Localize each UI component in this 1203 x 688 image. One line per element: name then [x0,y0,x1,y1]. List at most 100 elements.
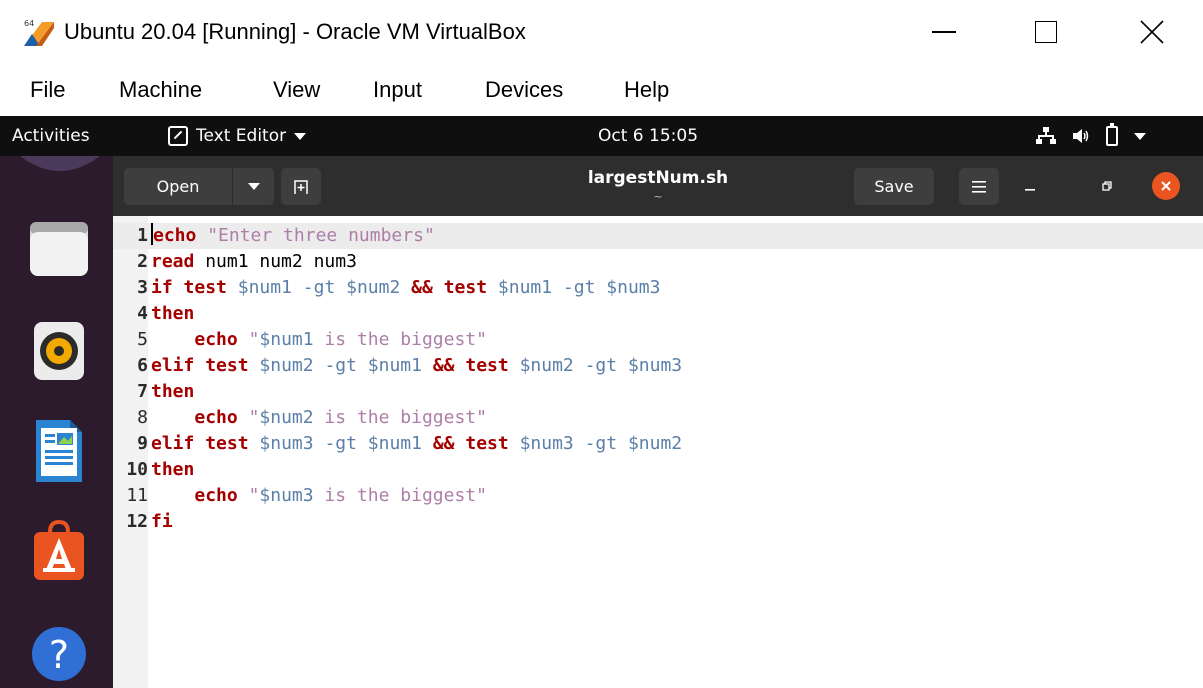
code-line[interactable]: 6 elif test $num2 -gt $num1 && test $num2… [113,353,1203,379]
code-token: test [465,355,509,376]
code-text: elif test $num2 -gt $num1 && test $num2 … [151,353,682,379]
app-menu[interactable]: Text Editor [168,124,307,148]
code-token: $num3 [259,485,314,506]
code-line[interactable]: 9 elif test $num3 -gt $num1 && test $num3… [113,431,1203,457]
gedit-minimize-button[interactable] [1014,170,1046,202]
line-number: 10 [126,459,148,480]
window-close-button[interactable] [1118,0,1186,64]
code-line[interactable]: 8 echo "$num2 is the biggest" [113,405,1203,431]
code-editor[interactable]: 1 echo "Enter three numbers" 2 read num1 nu… [113,216,1203,688]
dock-ubuntu-software[interactable] [24,516,94,586]
code-line[interactable]: 7 then [113,379,1203,405]
code-token: && [411,277,433,298]
hamburger-menu-button[interactable] [959,168,999,205]
menu-machine[interactable]: Machine [119,76,202,104]
restore-icon [1102,181,1112,191]
close-icon [1140,20,1164,44]
code-text: then [151,457,194,483]
gedit-maximize-button[interactable] [1091,170,1123,202]
new-tab-button[interactable] [281,168,321,205]
code-token: -gt [562,277,596,298]
menu-devices[interactable]: Devices [485,76,563,104]
code-token: elif [151,433,195,454]
menu-input[interactable]: Input [373,76,422,104]
code-token: $num3 [627,355,683,376]
svg-text:64: 64 [24,19,34,28]
code-token: && [432,433,455,454]
hamburger-icon [972,180,986,193]
window-title: Ubuntu 20.04 [Running] - Oracle VM Virtu… [64,19,526,44]
code-token: then [151,459,195,480]
new-tab-icon [294,179,308,194]
dock-rhythmbox[interactable] [24,316,94,386]
dock: ? [0,156,113,688]
window-minimize-button[interactable] [910,0,978,64]
document-title: largestNum.sh [587,168,729,188]
code-line[interactable]: 10 then [113,457,1203,483]
code-token: " [248,485,260,506]
app-menu-label: Text Editor [196,126,287,146]
code-line[interactable]: 11 echo "$num3 is the biggest" [113,483,1203,509]
code-token: -gt [324,433,357,454]
gedit-close-button[interactable] [1150,170,1182,202]
system-status-area[interactable] [1036,123,1146,148]
menu-help[interactable]: Help [624,76,669,104]
code-text: if test $num1 -gt $num2 && test $num1 -g… [151,275,660,301]
line-number: 3 [137,277,148,298]
dock-files[interactable] [24,214,94,284]
minimize-icon [1025,189,1035,191]
code-token: elif [151,355,195,376]
dock-help[interactable]: ? [24,616,94,686]
code-token: $num1 [367,355,422,376]
code-line[interactable]: 1 echo "Enter three numbers" [113,223,1203,249]
code-token: echo [153,225,197,246]
open-recent-dropdown[interactable] [233,168,274,205]
code-token: $num2 [259,355,314,376]
code-token: echo [194,329,238,350]
code-text: fi [151,509,173,535]
code-text: elif test $num3 -gt $num1 && test $num3 … [151,431,682,457]
code-line[interactable]: 5 echo "$num1 is the biggest" [113,327,1203,353]
code-line[interactable]: 3 if test $num1 -gt $num2 && test $num1 -… [113,275,1203,301]
window-maximize-button[interactable] [1012,0,1080,64]
code-token: $num3 [519,433,574,454]
dock-libreoffice-writer[interactable] [24,416,94,486]
menu-file[interactable]: File [30,76,65,104]
code-token: $num2 [627,433,683,454]
code-token: $num2 [259,407,314,428]
code-text: read num1 num2 num3 [151,249,357,275]
open-button[interactable]: Open [124,168,274,205]
code-token: is the biggest" [313,407,487,428]
code-token: test [465,433,509,454]
code-token: echo [194,485,238,506]
code-line[interactable]: 2 read num1 num2 num3 [113,249,1203,275]
code-token: " [248,407,260,428]
code-token: test [205,355,249,376]
software-icon [34,519,84,580]
writer-icon [36,420,82,482]
virtualbox-menubar: File Machine View Input Devices Help [0,64,1203,116]
code-token: -gt [324,355,357,376]
close-icon [1152,172,1180,200]
code-line[interactable]: 4 then [113,301,1203,327]
activities-button[interactable]: Activities [12,124,90,148]
menu-view[interactable]: View [273,76,320,104]
code-line[interactable]: 12 fi [113,509,1203,535]
clock[interactable]: Oct 6 15:05 [598,124,698,148]
save-button[interactable]: Save [854,168,934,205]
